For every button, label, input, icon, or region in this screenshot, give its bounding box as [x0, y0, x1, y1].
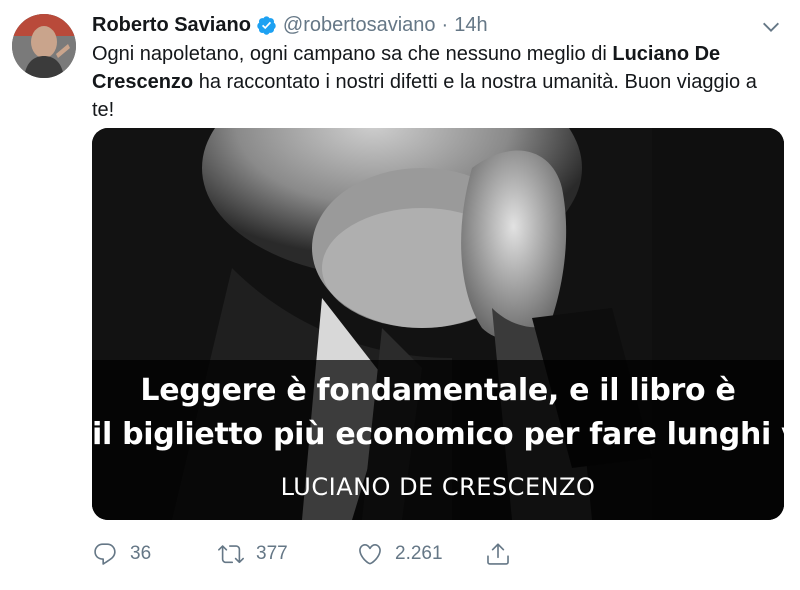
tweet-header: Roberto Saviano @robertosaviano · 14h: [92, 8, 782, 42]
quote-line-2: il biglietto più economico per fare lung…: [92, 417, 784, 452]
tweet-media-image[interactable]: Leggere è fondamentale, e il libro è il …: [92, 128, 784, 520]
chevron-down-icon[interactable]: [760, 16, 782, 38]
share-icon: [487, 543, 509, 565]
tweet-text: Ogni napoletano, ogni campano sa che nes…: [92, 40, 782, 124]
avatar-image: [12, 14, 76, 78]
retweet-button[interactable]: 377: [218, 538, 288, 570]
verified-badge-icon: [257, 15, 276, 35]
share-button[interactable]: [485, 538, 523, 570]
heart-icon: [359, 543, 381, 565]
author-name[interactable]: Roberto Saviano: [92, 14, 251, 37]
tweet-timestamp[interactable]: 14h: [454, 14, 487, 37]
retweet-count: 377: [256, 543, 288, 564]
author-handle[interactable]: @robertosaviano: [283, 14, 436, 37]
quote-line-1: Leggere è fondamentale, e il libro è: [140, 373, 736, 408]
reply-icon: [94, 543, 116, 565]
like-count: 2.261: [395, 543, 443, 564]
quote-author: LUCIANO DE CRESCENZO: [280, 473, 596, 501]
reply-count: 36: [130, 543, 152, 564]
author-avatar[interactable]: [12, 14, 76, 78]
tweet-actions: 36 377 2.261: [92, 538, 782, 570]
tweet-text-part1: Ogni napoletano, ogni campano sa che nes…: [92, 43, 613, 65]
reply-button[interactable]: 36: [92, 538, 151, 570]
like-button[interactable]: 2.261: [357, 538, 443, 570]
retweet-icon: [218, 545, 244, 564]
separator-dot: ·: [441, 13, 449, 36]
